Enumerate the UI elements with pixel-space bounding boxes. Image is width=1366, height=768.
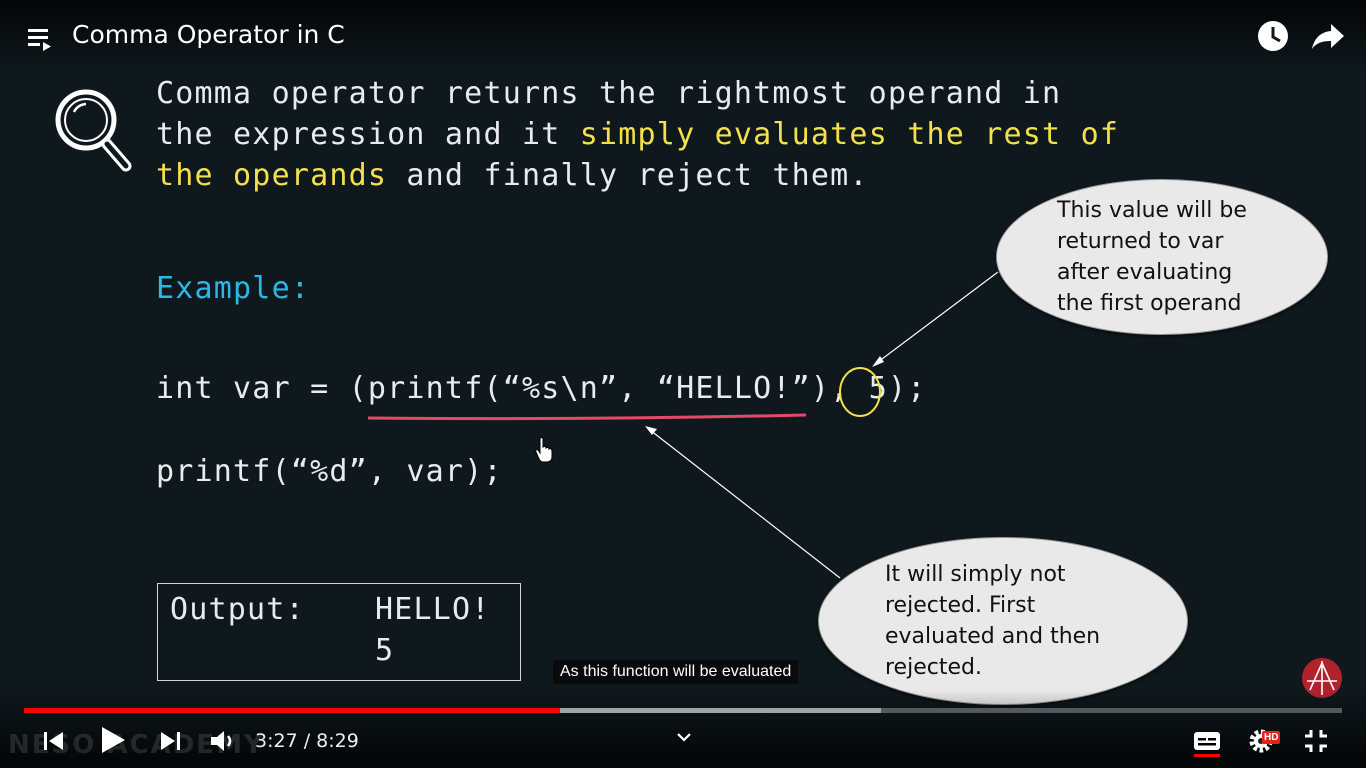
callout-line: after evaluating [1057,260,1233,285]
current-time: 3:27 [255,730,298,752]
chevron-down-icon[interactable] [676,730,692,744]
arrow-head-top [872,356,884,367]
hd-badge: HD [1262,731,1281,744]
callout-line: evaluated and then [885,624,1101,649]
duration: 8:29 [316,730,359,752]
output-line-1: HELLO! [375,592,491,627]
hand-cursor-icon [535,437,553,463]
subtitles-icon[interactable] [1193,729,1221,757]
next-icon[interactable] [158,729,182,753]
callout-line: the first operand [1057,291,1242,316]
volume-icon[interactable] [209,727,237,755]
arrow-line-top [877,271,999,363]
subtitle-caption: As this function will be evaluated [553,660,799,684]
callout-line: returned to var [1057,229,1224,254]
progress-played [24,708,561,713]
callout-line: rejected. [885,655,982,680]
time-separator: / [297,730,317,752]
callout-line: It will simply not [885,562,1066,587]
exit-fullscreen-icon[interactable] [1303,728,1329,754]
circle-mark [839,367,881,417]
video-player[interactable]: Comma Operator in C Comma operator retur… [0,0,1366,768]
play-icon[interactable] [99,725,127,755]
callout-top-text: This value will be returned to var after… [1057,195,1247,319]
output-line-2: 5 [375,633,395,668]
output-label: Output: [170,592,305,627]
underline-mark [367,413,807,421]
progress-bar[interactable] [24,708,1342,713]
time-display: 3:27 / 8:29 [255,730,359,752]
arrow-line-bottom [649,429,841,579]
callout-line: rejected. First [885,593,1036,618]
callout-bottom-text: It will simply not rejected. First evalu… [885,559,1100,683]
previous-icon[interactable] [42,729,66,753]
callout-line: This value will be [1057,198,1247,223]
